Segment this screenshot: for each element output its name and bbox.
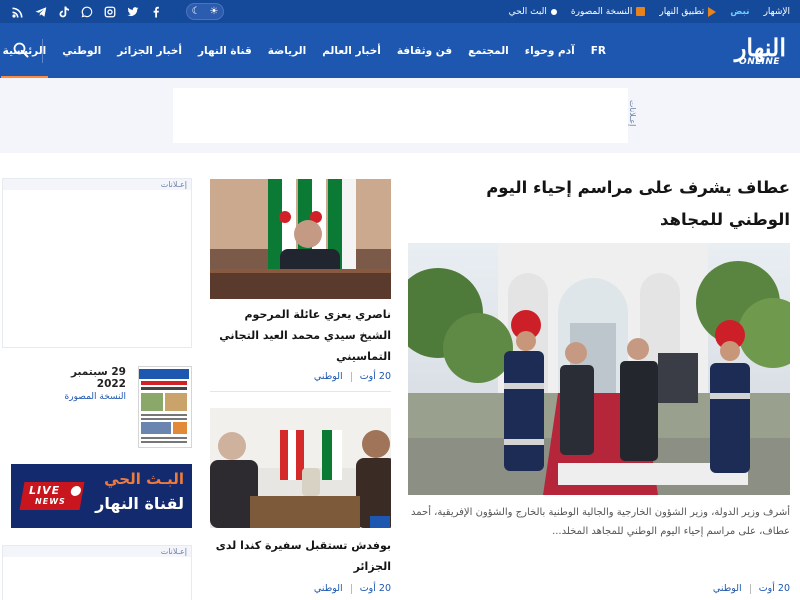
nav-item-french[interactable]: FR xyxy=(583,23,614,78)
main-article-image[interactable] xyxy=(408,243,790,495)
tiktok-icon[interactable] xyxy=(58,6,70,18)
play-icon xyxy=(708,6,717,17)
nav-separator xyxy=(42,39,43,63)
rss-icon[interactable] xyxy=(12,6,24,18)
main-article-meta: الوطني 20 أوت xyxy=(713,583,790,594)
side-article-1-title[interactable]: ناصري يعزي عائلة المرحوم الشيخ سيدي محمد… xyxy=(210,304,391,367)
top-links: البث الحي النسخة المصورة تطبيق النهار نب… xyxy=(509,0,790,23)
newspaper-icon xyxy=(636,7,646,16)
live-link[interactable]: البث الحي xyxy=(509,7,557,17)
side-article-2-category[interactable]: الوطني xyxy=(314,583,343,594)
side-article-2-meta: الوطني 20 أوت xyxy=(314,583,391,594)
whatsapp-icon[interactable] xyxy=(81,6,93,18)
live-dot-icon xyxy=(550,8,557,15)
social-links xyxy=(12,0,162,23)
ad-band: إعـلانات xyxy=(0,78,800,153)
live-link-label: البث الحي xyxy=(508,6,547,17)
side-article-2-title[interactable]: بوفدش تستقبل سفيرة كندا لدى الجزائر xyxy=(210,535,391,577)
nav-item-algeria-news[interactable]: أخبار الجزائر xyxy=(109,23,190,78)
top-bar: ☾ ☀ البث الحي النسخة المصورة تطبيق النها… xyxy=(0,0,800,23)
app-link[interactable]: تطبيق النهار xyxy=(659,6,717,17)
facebook-icon[interactable] xyxy=(150,6,162,18)
live-banner-line2: لقناة النهار xyxy=(95,494,184,513)
top-ad-slot[interactable] xyxy=(173,88,628,143)
nav-item-national[interactable]: الوطني xyxy=(54,23,109,78)
live-tv-banner[interactable]: البـث الحي لقناة النهار LIVE NEWS xyxy=(11,464,192,528)
nabd-link-label: نبض xyxy=(730,6,750,17)
meta-separator xyxy=(350,583,352,594)
telegram-icon[interactable] xyxy=(35,6,47,18)
instagram-icon[interactable] xyxy=(104,6,116,18)
side-article-1-image[interactable] xyxy=(210,179,391,299)
newspaper-link[interactable]: النسخة المصورة xyxy=(570,6,646,17)
moon-icon: ☾ xyxy=(191,6,201,17)
side-ad-slot-2[interactable]: إعـلانات xyxy=(2,545,192,600)
nav-item-world-news[interactable]: أخبار العالم xyxy=(314,23,389,78)
app-link-label: تطبيق النهار xyxy=(659,6,705,17)
side-article-1-date: 20 أوت xyxy=(359,371,391,382)
record-icon xyxy=(70,486,82,496)
main-article-category[interactable]: الوطني xyxy=(713,583,742,594)
newspaper-date: 29 سبتمبر 2022 xyxy=(70,366,126,390)
meta-separator xyxy=(749,583,751,594)
side-article-2-date: 20 أوت xyxy=(359,583,391,594)
nav-item-sports[interactable]: الرياضة xyxy=(260,23,314,78)
side-ad-slot-1[interactable]: إعـلانات xyxy=(2,178,192,348)
theme-toggle[interactable]: ☾ ☀ xyxy=(186,3,224,20)
meta-separator xyxy=(350,371,352,382)
nav-item-ennahar-tv[interactable]: قناة النهار xyxy=(190,23,260,78)
sun-icon: ☀ xyxy=(209,6,219,17)
nav-item-adam-hawa[interactable]: آدم وحواء xyxy=(517,23,583,78)
side-article-1-category[interactable]: الوطني xyxy=(314,371,343,382)
card-divider xyxy=(210,391,391,392)
ads-link-label: الإشهار xyxy=(763,6,790,17)
main-article-excerpt: أشرف وزير الدولة، وزير الشؤون الخارجية و… xyxy=(411,507,790,537)
nav-item-art-culture[interactable]: فن وثقافة xyxy=(389,23,460,78)
search-icon[interactable] xyxy=(13,42,29,58)
side-article-1-meta: الوطني 20 أوت xyxy=(314,371,391,382)
newspaper-link-label: النسخة المصورة xyxy=(570,6,633,17)
live-banner-line1: البـث الحي xyxy=(104,470,184,488)
side-ad-label: إعـلانات xyxy=(160,547,187,556)
main-nav: النهار ONLINE الرئيسية الوطني أخبار الجز… xyxy=(0,23,800,78)
newspaper-cover xyxy=(139,367,191,447)
logo-latin: ONLINE xyxy=(739,57,780,67)
main-article-date: 20 أوت xyxy=(758,583,790,594)
ad-label: إعـلانات xyxy=(628,100,637,127)
side-ad-label: إعـلانات xyxy=(160,180,187,189)
nav-menu: الرئيسية الوطني أخبار الجزائر قناة النها… xyxy=(0,23,614,78)
nabd-link[interactable]: نبض xyxy=(730,7,749,17)
newspaper-thumbnail[interactable] xyxy=(138,366,192,448)
main-article-title[interactable]: عطاف يشرف على مراسم إحياء اليوم الوطني ل… xyxy=(430,172,790,236)
minister-photo xyxy=(210,179,391,299)
live-news-badge: LIVE NEWS xyxy=(19,482,85,510)
meeting-photo xyxy=(210,408,391,528)
live-badge-bottom: NEWS xyxy=(35,497,66,506)
twitter-icon[interactable] xyxy=(127,6,139,18)
ceremony-photo xyxy=(408,243,790,495)
site-logo[interactable]: النهار ONLINE xyxy=(718,31,788,71)
newspaper-label[interactable]: النسخة المصورة xyxy=(40,392,126,402)
ads-link[interactable]: الإشهار xyxy=(764,7,790,17)
live-badge-top: LIVE xyxy=(28,484,61,497)
nav-item-society[interactable]: المجتمع xyxy=(460,23,517,78)
side-article-2-image[interactable] xyxy=(210,408,391,528)
